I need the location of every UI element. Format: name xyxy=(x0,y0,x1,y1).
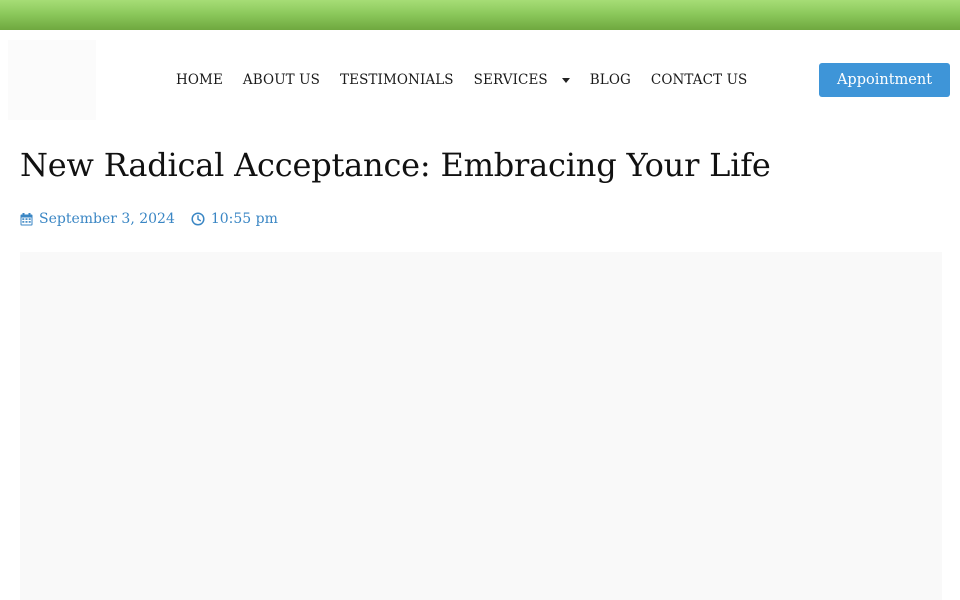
post-date-text: September 3, 2024 xyxy=(39,211,175,227)
main-nav: HOME ABOUT US TESTIMONIALS SERVICES BLOG… xyxy=(176,70,747,90)
nav-item-home[interactable]: HOME xyxy=(176,72,223,88)
top-accent-bar xyxy=(0,0,960,30)
post-title: New Radical Acceptance: Embracing Your L… xyxy=(20,146,771,184)
nav-item-services[interactable]: SERVICES xyxy=(474,72,570,88)
nav-item-label: CONTACT US xyxy=(650,72,748,88)
nav-item-label: BLOG xyxy=(589,72,631,88)
appointment-button[interactable]: Appointment xyxy=(819,63,950,97)
nav-item-about-us[interactable]: ABOUT US xyxy=(243,72,320,88)
post-time: 10:55 pm xyxy=(191,211,278,227)
post-meta: September 3, 2024 10:55 pm xyxy=(20,209,278,229)
nav-item-label: HOME xyxy=(176,72,223,88)
site-logo[interactable] xyxy=(8,40,96,120)
chevron-down-icon[interactable] xyxy=(561,78,570,83)
nav-item-testimonials[interactable]: TESTIMONIALS xyxy=(340,72,454,88)
nav-item-label: SERVICES xyxy=(473,72,548,88)
clock-icon xyxy=(191,212,205,226)
nav-item-label: TESTIMONIALS xyxy=(340,72,454,88)
calendar-icon xyxy=(20,212,33,225)
nav-item-label: ABOUT US xyxy=(242,72,321,88)
featured-image xyxy=(20,252,942,600)
post-date[interactable]: September 3, 2024 xyxy=(20,211,175,227)
post-time-text: 10:55 pm xyxy=(210,211,278,227)
nav-item-contact-us[interactable]: CONTACT US xyxy=(651,72,747,88)
nav-item-blog[interactable]: BLOG xyxy=(590,72,631,88)
